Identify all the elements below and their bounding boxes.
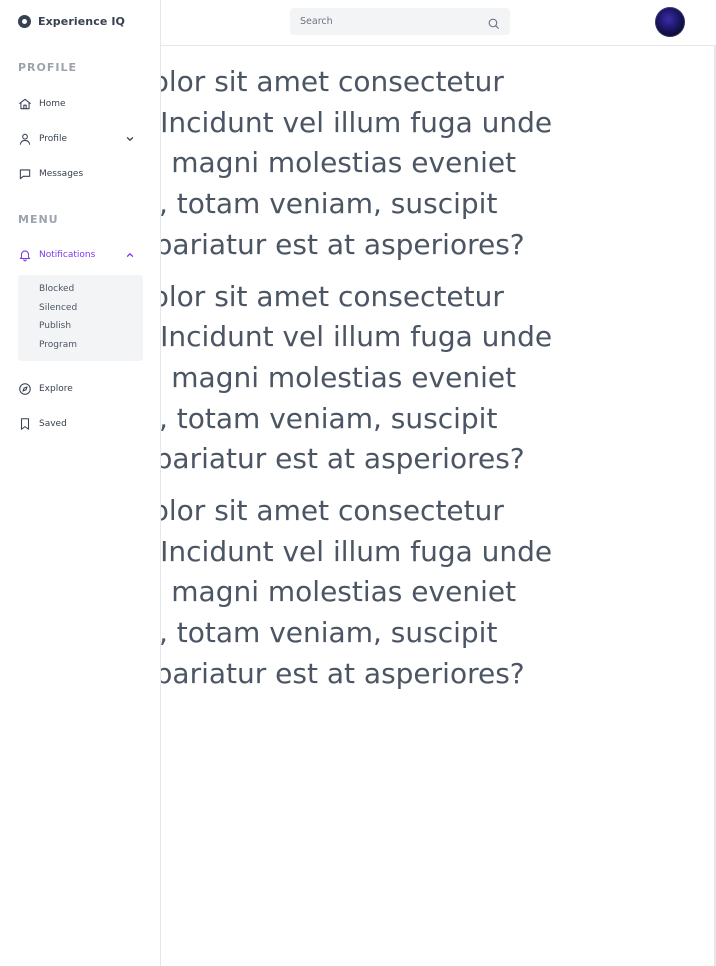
submenu-item-publish[interactable]: Publish: [39, 321, 71, 331]
compass-icon: [18, 382, 32, 396]
paragraph-line: autem ut, totam veniam, suscipit: [161, 187, 498, 221]
paragraph-line: re ullam pariatur est at asperiores?: [161, 442, 525, 476]
user-icon: [18, 132, 32, 146]
bookmark-icon: [18, 417, 32, 431]
sidebar-item-label: Explore: [39, 384, 73, 394]
top-header: [161, 0, 716, 46]
sidebar-item-explore[interactable]: Explore: [18, 380, 143, 398]
bell-icon: [18, 248, 32, 262]
home-icon: [18, 97, 32, 111]
paragraph-line: re ullam pariatur est at asperiores?: [161, 656, 525, 690]
paragraph-line: oluptates magni molestias eveniet: [161, 575, 517, 609]
sidebar-item-label: Home: [39, 99, 66, 109]
submenu-item-blocked[interactable]: Blocked: [39, 284, 74, 294]
paragraph-line: ipsum, dolor sit amet consectetur: [161, 279, 504, 313]
paragraph-line: autem ut, totam veniam, suscipit: [161, 616, 498, 650]
paragraph-line: cing elit. Incidunt vel illum fuga unde: [161, 534, 553, 568]
sidebar-item-messages[interactable]: Messages: [18, 165, 143, 183]
chevron-down-icon[interactable]: [125, 134, 135, 144]
brand[interactable]: Experience IQ: [18, 12, 125, 30]
paragraph-line: autem ut, totam veniam, suscipit: [161, 401, 498, 435]
sidebar-item-label: Messages: [39, 169, 84, 179]
brand-logo-icon: [18, 14, 31, 28]
paragraph-line: ipsum, dolor sit amet consectetur: [161, 65, 504, 98]
paragraph-line: re ullam pariatur est at asperiores?: [161, 227, 525, 261]
sidebar-item-label: Profile: [39, 134, 67, 144]
paragraph-list: ipsum, dolor sit amet consectetur cing e…: [161, 62, 716, 706]
avatar[interactable]: [655, 7, 685, 37]
notifications-submenu: Blocked Silenced Publish Program: [18, 275, 143, 361]
paragraph: ipsum, dolor sit amet consectetur cing e…: [161, 62, 716, 266]
section-title-menu: MENU: [18, 213, 59, 226]
search-input[interactable]: [290, 8, 480, 35]
paragraph: ipsum, dolor sit amet consectetur cing e…: [161, 491, 716, 695]
paragraph-line: oluptates magni molestias eveniet: [161, 360, 517, 394]
paragraph-line: cing elit. Incidunt vel illum fuga unde: [161, 105, 553, 139]
chevron-up-icon[interactable]: [125, 250, 135, 260]
search-bar: [290, 8, 510, 35]
submenu-item-program[interactable]: Program: [39, 340, 77, 350]
section-title-profile: PROFILE: [18, 61, 78, 74]
sidebar-item-label: Notifications: [39, 250, 96, 260]
paragraph-line: cing elit. Incidunt vel illum fuga unde: [161, 320, 553, 354]
paragraph: ipsum, dolor sit amet consectetur cing e…: [161, 277, 716, 481]
main-content: ipsum, dolor sit amet consectetur cing e…: [161, 46, 716, 966]
chat-icon: [18, 167, 32, 181]
paragraph-line: oluptates magni molestias eveniet: [161, 146, 517, 180]
sidebar-item-label: Saved: [39, 419, 67, 429]
sidebar-item-home[interactable]: Home: [18, 95, 143, 113]
paragraph-line: ipsum, dolor sit amet consectetur: [161, 494, 504, 528]
sidebar: Experience IQ PROFILE Home Profile Messa…: [0, 0, 161, 966]
sidebar-item-notifications[interactable]: Notifications: [18, 246, 143, 264]
sidebar-item-profile[interactable]: Profile: [18, 130, 143, 148]
submenu-item-silenced[interactable]: Silenced: [39, 303, 77, 313]
search-icon[interactable]: [487, 15, 500, 29]
sidebar-item-saved[interactable]: Saved: [18, 415, 143, 433]
brand-name: Experience IQ: [38, 14, 125, 28]
